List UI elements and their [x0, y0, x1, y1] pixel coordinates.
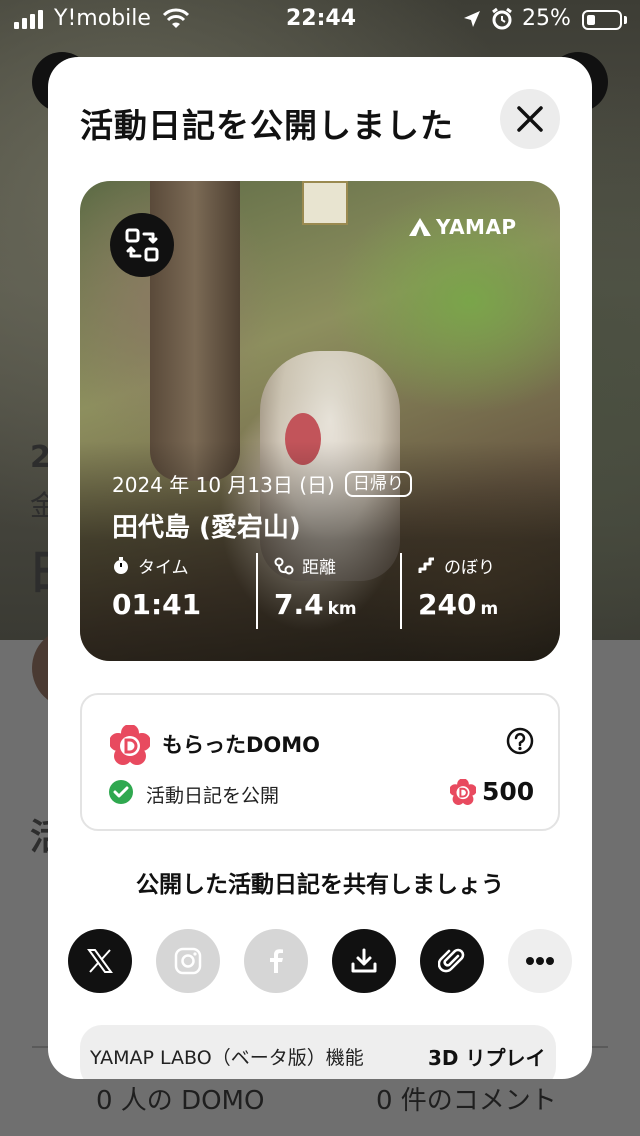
stat-label: タイム [138, 558, 189, 578]
facebook-icon [270, 949, 283, 973]
swap-photo-button[interactable] [110, 213, 174, 277]
brand-label: YAMAP [436, 215, 517, 239]
photo-sign [302, 181, 348, 225]
labo-label: YAMAP LABO（ベータ版）機能 [90, 1047, 364, 1069]
check-icon [109, 780, 133, 804]
share-instagram-button[interactable] [156, 929, 220, 993]
alarm-icon [490, 7, 514, 37]
carrier-label: Y!mobile [54, 6, 151, 31]
stat-label: 距離 [302, 558, 336, 578]
date-text: 2024 年 10 月13日 (日) [112, 473, 335, 497]
yamap-logo: YAMAP [408, 215, 517, 239]
more-icon [526, 957, 554, 965]
stat-unit: m [480, 599, 499, 619]
share-x-button[interactable] [68, 929, 132, 993]
trip-type-badge: 日帰り [344, 470, 412, 497]
activity-card[interactable]: YAMAP 2024 年 10 月13日 (日) 日帰り 田代島 (愛宕山) タ… [80, 181, 560, 661]
activity-stats: タイム 01:41 距離 7.4 km のぼり 240 m [112, 553, 552, 629]
link-icon [438, 948, 465, 973]
stat-ascent: のぼり 240 m [418, 553, 498, 629]
wifi-icon [162, 8, 190, 36]
stat-unit: km [327, 599, 357, 619]
activity-date: 2024 年 10 月13日 (日) 日帰り [112, 469, 412, 498]
published-modal: 活動日記を公開しました YAMAP 2024 年 10 月13日 (日) 日帰り… [48, 57, 592, 1079]
instagram-icon [174, 947, 202, 975]
stat-value: 01:41 [112, 588, 202, 621]
download-button[interactable] [332, 929, 396, 993]
share-facebook-button[interactable] [244, 929, 308, 993]
share-prompt: 公開した活動日記を共有しましょう [136, 872, 504, 898]
location-icon [462, 9, 482, 35]
stat-time: タイム 01:41 [112, 553, 201, 629]
domo-points: 500 [482, 777, 535, 806]
stopwatch-icon [114, 556, 128, 574]
domo-count[interactable]: 0 人の DOMO [96, 1080, 264, 1117]
mountain-icon [409, 218, 431, 236]
battery-icon [582, 10, 622, 30]
more-button[interactable] [508, 929, 572, 993]
replay-label: 3D リプレイ [428, 1046, 546, 1070]
domo-reward-box: もらったDOMO 活動日記を公開 500 [80, 693, 560, 831]
download-icon [351, 948, 377, 973]
stat-value: 7.4 [274, 588, 324, 621]
clock: 22:44 [286, 6, 357, 31]
ascent-icon [418, 557, 434, 573]
comment-count[interactable]: 0 件のコメント [376, 1080, 557, 1117]
stat-label: のぼり [444, 558, 495, 578]
close-button[interactable] [500, 89, 560, 149]
stat-value: 240 [418, 588, 477, 621]
labo-3d-replay-button[interactable]: YAMAP LABO（ベータ版）機能 3D リプレイ [80, 1025, 556, 1079]
route-icon [274, 557, 294, 574]
domo-points-icon [450, 779, 476, 805]
signal-icon [14, 10, 43, 29]
domo-action-label: 活動日記を公開 [146, 785, 280, 807]
mountain-name: 田代島 (愛宕山) [112, 513, 301, 543]
share-buttons [68, 929, 572, 993]
close-icon [517, 106, 543, 132]
domo-flower-icon [110, 725, 150, 765]
stat-distance: 距離 7.4 km [274, 553, 357, 629]
modal-title: 活動日記を公開しました [80, 106, 454, 145]
copy-link-button[interactable] [420, 929, 484, 993]
swap-icon [125, 228, 159, 262]
battery-percent: 25% [522, 6, 571, 31]
domo-title: もらったDOMO [162, 733, 321, 757]
x-icon [87, 949, 113, 973]
status-bar: Y!mobile 22:44 25% [0, 0, 640, 40]
help-icon[interactable] [506, 727, 534, 755]
